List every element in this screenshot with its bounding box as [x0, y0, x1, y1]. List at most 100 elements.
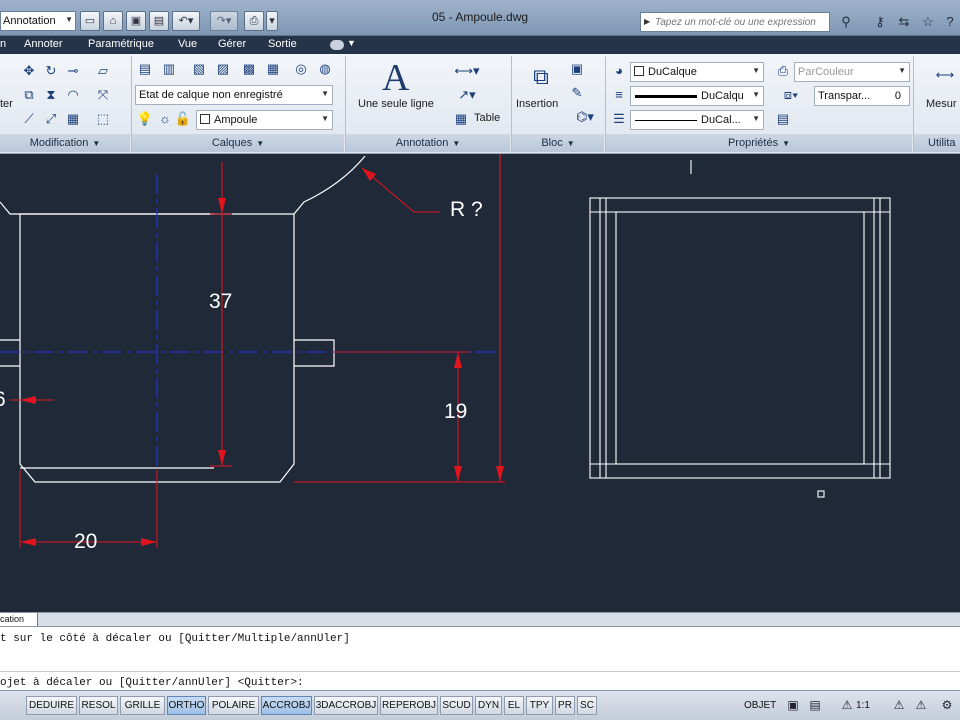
model-space-label[interactable]: OBJET — [744, 700, 776, 711]
status-toggle-reperobj[interactable]: REPEROBJ — [380, 696, 438, 715]
explode-icon[interactable]: ⤧ — [94, 86, 112, 104]
transparency-field[interactable]: Transpar... 0 — [814, 86, 910, 106]
ribbon-toggle-icon[interactable] — [330, 40, 344, 50]
dimension-label-37[interactable]: 37 — [209, 290, 232, 314]
status-toggle-scud[interactable]: SCUD — [440, 696, 473, 715]
command-window[interactable]: t sur le côté à décaler ou [Quitter/Mult… — [0, 626, 960, 690]
array-icon[interactable]: ▦ — [64, 110, 82, 128]
attribute-icon[interactable]: ⌬▾ — [568, 108, 602, 126]
auto-scale-icon[interactable]: ⚠ — [912, 696, 930, 715]
sun-icon[interactable]: ☼ — [156, 110, 174, 128]
status-toggle-polaire[interactable]: POLAIRE — [208, 696, 259, 715]
mirror-icon[interactable]: ⧗ — [42, 86, 60, 104]
lineweight-icon[interactable]: ≡ — [610, 86, 628, 104]
list-icon[interactable]: ▤ — [774, 110, 792, 128]
star-icon[interactable]: ☆ — [918, 12, 938, 32]
table-icon[interactable]: ▦ — [452, 110, 470, 128]
layer-unisolate-icon[interactable]: ▦ — [264, 60, 282, 78]
linetype-dropdown[interactable]: DuCal... ▼ — [630, 110, 764, 130]
panel-title-annotation[interactable]: Annotation ▼ — [346, 134, 510, 152]
color-dropdown[interactable]: DuCalque ▼ — [630, 62, 764, 82]
layer-freeze-icon[interactable]: ◍ — [316, 60, 334, 78]
menu-item-home[interactable]: n — [0, 38, 6, 50]
lineweight-dropdown[interactable]: DuCalqu ▼ — [630, 86, 764, 106]
panel-title-modification[interactable]: Modification ▼ — [0, 134, 130, 152]
layer-match-icon[interactable]: ▧ — [190, 60, 208, 78]
layer-previous-icon[interactable]: ▨ — [214, 60, 232, 78]
erase-icon[interactable]: ▱ — [94, 62, 112, 80]
cut-label[interactable]: ter — [0, 98, 13, 110]
drawing-canvas[interactable]: 37 19 20 6 R ? — [0, 154, 960, 612]
rotate-icon[interactable]: ↻ — [42, 62, 60, 80]
command-prompt-line[interactable]: ojet à décaler ou [Quitter/annUler] <Qui… — [0, 677, 304, 689]
single-line-text-label[interactable]: Une seule ligne — [358, 98, 434, 110]
panel-title-block[interactable]: Bloc ▼ — [512, 134, 604, 152]
layer-states-icon[interactable]: ▥ — [160, 60, 178, 78]
status-toggle-grille[interactable]: GRILLE — [120, 696, 165, 715]
layer-state-dropdown[interactable]: Etat de calque non enregistré ▼ — [135, 85, 333, 105]
stretch-icon[interactable]: ⟋ — [20, 110, 38, 128]
status-toggle-sc[interactable]: SC — [577, 696, 597, 715]
status-toggle-deduire[interactable]: DEDUIRE — [26, 696, 77, 715]
menu-item-manage[interactable]: Gérer — [218, 38, 246, 50]
chevron-down-icon[interactable]: ▼ — [347, 38, 356, 48]
panel-title-utilities[interactable]: Utilita — [914, 134, 960, 152]
dimension-label-19[interactable]: 19 — [444, 400, 467, 424]
scale-icon[interactable]: ⤢ — [42, 110, 60, 128]
status-toggle-accrobj[interactable]: ACCROBJ — [261, 696, 312, 715]
help-icon[interactable]: ? — [940, 12, 960, 32]
trim-icon[interactable]: ⊸ — [64, 62, 82, 80]
transparency-icon[interactable]: ⧈▾ — [774, 86, 808, 104]
menu-item-output[interactable]: Sortie — [268, 38, 297, 50]
plot-style-dropdown[interactable]: ParCouleur ▼ — [794, 62, 910, 82]
copy-icon[interactable]: ⧉ — [20, 86, 38, 104]
bulb-icon[interactable]: 💡 — [136, 110, 154, 128]
move-icon[interactable]: ✥ — [20, 62, 38, 80]
annotation-visibility-icon[interactable]: ⚠ — [890, 696, 908, 715]
layout-icon[interactable]: ▣ — [784, 696, 802, 715]
drawing-svg[interactable] — [0, 154, 960, 612]
menu-item-parametric[interactable]: Paramétrique — [88, 38, 154, 50]
status-toggle-tpy[interactable]: TPY — [526, 696, 553, 715]
edit-block-icon[interactable]: ✎ — [568, 84, 586, 102]
table-label[interactable]: Table — [474, 112, 500, 124]
dimension-label-6[interactable]: 6 — [0, 388, 6, 412]
menu-item-annotate[interactable]: Annoter — [24, 38, 63, 50]
search-box[interactable]: ▶ — [640, 12, 830, 32]
measure-icon[interactable]: ⟷ — [930, 66, 960, 84]
measure-label[interactable]: Mesur — [926, 98, 957, 110]
linetype-icon[interactable]: ☰ — [610, 110, 628, 128]
annotation-scale-icon[interactable]: ⚠ — [838, 696, 856, 715]
panel-title-layers[interactable]: Calques ▼ — [132, 134, 344, 152]
leader-icon[interactable]: ↗▾ — [450, 86, 484, 104]
quick-view-icon[interactable]: ▤ — [806, 696, 824, 715]
linear-dimension-icon[interactable]: ⟷▾ — [450, 62, 484, 80]
radius-label[interactable]: R ? — [450, 198, 483, 222]
gear-icon[interactable]: ⚙ — [938, 696, 956, 715]
menu-item-view[interactable]: Vue — [178, 38, 197, 50]
match-properties-icon[interactable]: ◕ — [610, 62, 628, 80]
layout-tab[interactable]: cation — [0, 613, 38, 626]
dimension-label-20[interactable]: 20 — [74, 530, 97, 554]
create-block-icon[interactable]: ▣ — [568, 60, 586, 78]
binoculars-icon[interactable]: ⚲ — [836, 12, 856, 32]
layer-properties-icon[interactable]: ▤ — [136, 60, 154, 78]
panel-title-properties[interactable]: Propriétés ▼ — [606, 134, 912, 152]
status-toggle-el[interactable]: EL — [504, 696, 524, 715]
status-toggle-pr[interactable]: PR — [555, 696, 575, 715]
exchange-icon[interactable]: ⇆ — [894, 12, 914, 32]
search-input[interactable] — [641, 13, 829, 31]
status-toggle-dyn[interactable]: DYN — [475, 696, 502, 715]
layer-isolate-icon[interactable]: ▩ — [240, 60, 258, 78]
annotation-scale-label[interactable]: 1:1 — [856, 700, 870, 711]
status-toggle-ortho[interactable]: ORTHO — [167, 696, 206, 715]
lock-icon[interactable]: 🔓 — [174, 110, 192, 128]
status-toggle-3daccrobj[interactable]: 3DACCROBJ — [314, 696, 378, 715]
key-icon[interactable]: ⚷ — [870, 12, 890, 32]
fillet-icon[interactable]: ◠ — [64, 86, 82, 104]
status-toggle-resol[interactable]: RESOL — [79, 696, 118, 715]
layer-off-icon[interactable]: ◎ — [292, 60, 310, 78]
insert-block-icon[interactable]: ⧉ — [526, 62, 556, 92]
layer-dropdown[interactable]: Ampoule ▼ — [196, 110, 333, 130]
text-icon[interactable]: A — [382, 56, 409, 100]
